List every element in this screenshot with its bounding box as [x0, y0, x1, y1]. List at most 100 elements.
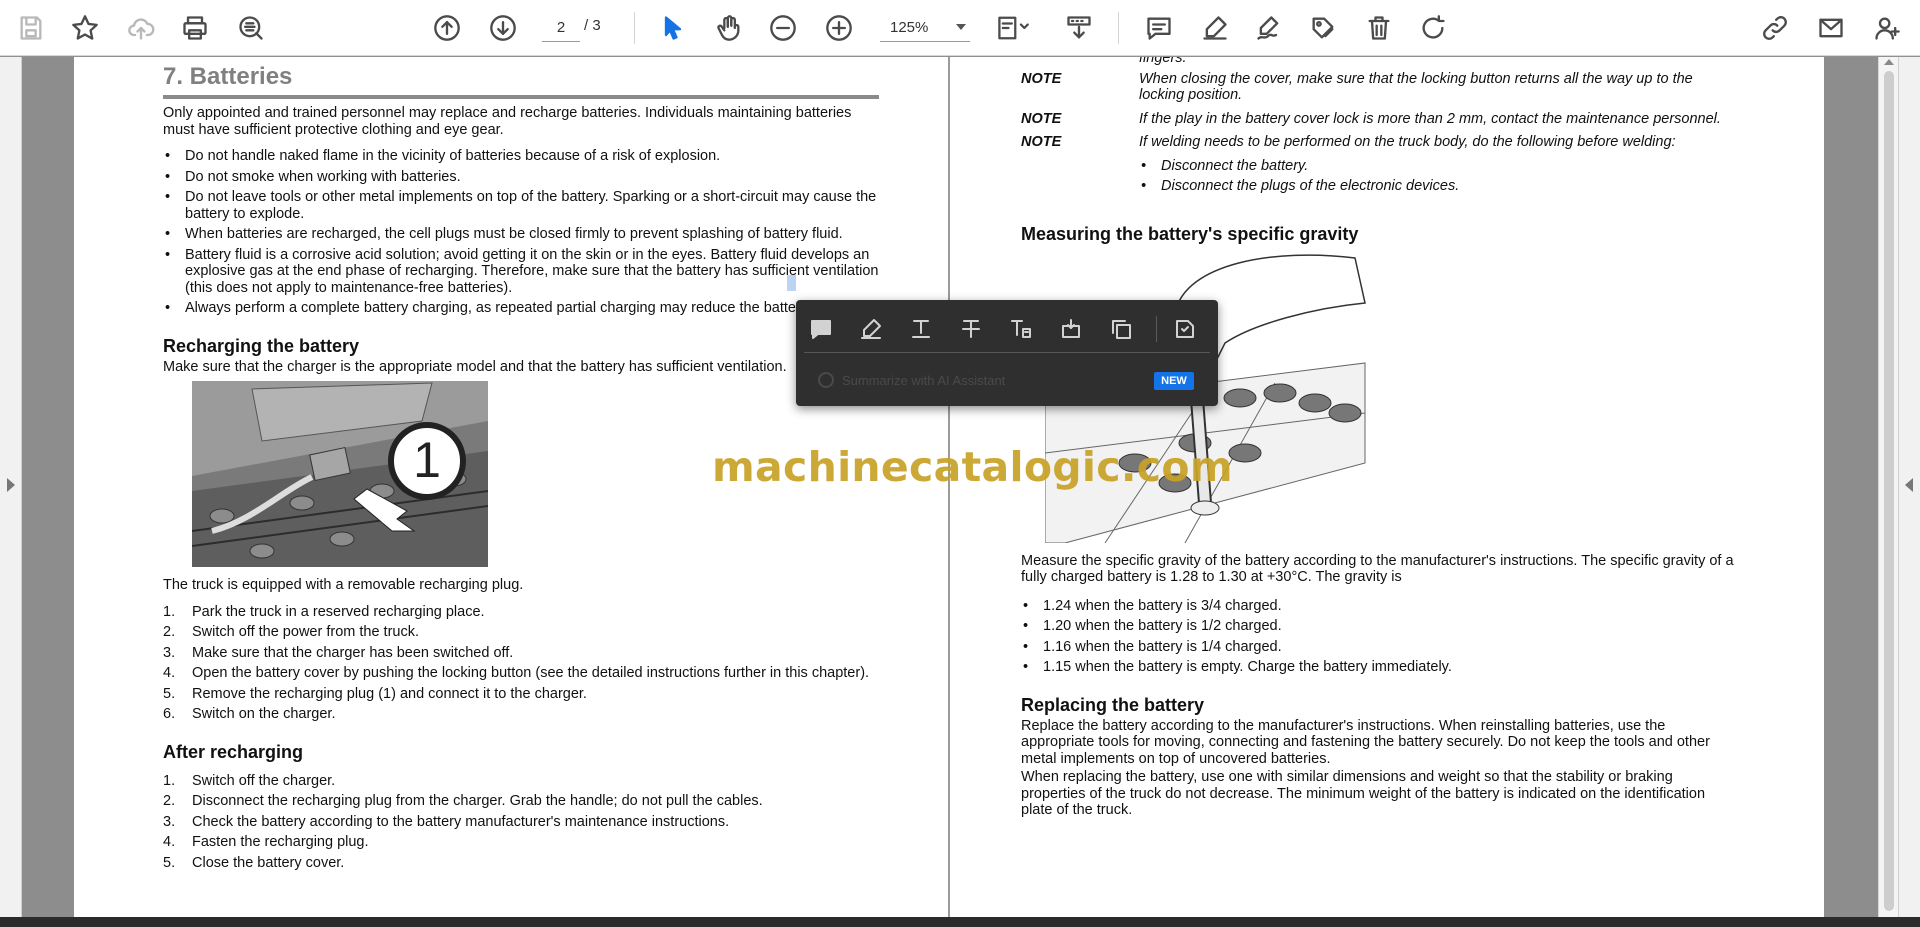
left-panel-toggle[interactable] [0, 57, 22, 917]
list-item: Disconnect the plugs of the electronic d… [1139, 178, 1737, 195]
underline-text-icon[interactable] [904, 312, 938, 346]
replacing-paragraph: When replacing the battery, use one with… [1021, 769, 1706, 818]
page-number-input[interactable]: 2 [542, 14, 580, 42]
quick-actions-toolbar: Summarize with AI Assistant NEW [796, 300, 1218, 406]
list-item: 1. Park the truck in a reserved rechargin… [163, 604, 879, 621]
sign-icon[interactable] [1250, 9, 1288, 47]
welding-steps: Disconnect the battery. Disconnect the p… [1139, 158, 1737, 195]
strikethrough-icon[interactable] [954, 312, 988, 346]
list-item: Always perform a complete battery chargi… [163, 300, 879, 317]
scrollbar-thumb[interactable] [1884, 71, 1894, 911]
cloud-upload-icon[interactable] [122, 9, 160, 47]
highlight-icon[interactable] [1196, 9, 1234, 47]
ai-summarize-option[interactable]: Summarize with AI Assistant [818, 372, 1005, 388]
note-text: If welding needs to be performed on the … [1139, 134, 1676, 150]
print-icon[interactable] [176, 9, 214, 47]
step-number: 5. [163, 685, 176, 702]
add-user-icon[interactable] [1868, 9, 1906, 47]
email-icon[interactable] [1812, 9, 1850, 47]
step-text: Disconnect the recharging plug from the … [192, 793, 763, 809]
list-item: 3. Make sure that the charger has been sw… [163, 645, 879, 662]
zoom-select[interactable]: 125% [880, 14, 970, 42]
replacing-paragraph: Replace the battery according to the man… [1021, 717, 1710, 767]
zoom-in-icon[interactable] [820, 9, 858, 47]
select-cursor-icon[interactable] [654, 9, 692, 47]
comment-icon[interactable] [1140, 9, 1178, 47]
replace-text-icon[interactable] [1004, 312, 1038, 346]
scroll-up-arrow[interactable] [1884, 59, 1894, 65]
toolbar-divider [634, 12, 635, 44]
hand-icon[interactable] [710, 9, 748, 47]
note: NOTE If welding needs to be performed on … [1021, 134, 1737, 151]
safety-bullets: Do not handle naked flame in the vicinit… [163, 148, 879, 317]
step-text: Check the battery according to the batte… [192, 813, 730, 830]
delete-icon[interactable] [1360, 9, 1398, 47]
step-number: 2. [163, 793, 176, 809]
step-text: Switch on the charger. [192, 706, 336, 722]
page-down-icon[interactable] [484, 9, 522, 47]
ai-assistant-icon[interactable] [1168, 312, 1202, 346]
list-item: 2. Switch off the power from the truck. [163, 624, 879, 641]
list-item: 1.15 when the battery is empty. Charge t… [1021, 659, 1737, 676]
text-caret [787, 275, 796, 291]
taskbar-strip [0, 917, 1920, 927]
gravity-paragraph: Measure the specific gravity of the batt… [1021, 552, 1734, 586]
watermark-text: machinecatalogic.com [712, 443, 1233, 491]
list-item: Do not smoke when working with batteries… [163, 169, 879, 186]
page-fit-icon[interactable] [990, 9, 1036, 47]
vertical-scrollbar[interactable] [1878, 57, 1898, 917]
insert-text-icon[interactable] [1054, 312, 1088, 346]
scroll-mode-icon[interactable] [1060, 9, 1098, 47]
canvas-gutter [1824, 57, 1878, 917]
step-text: Switch off the power from the truck. [192, 624, 419, 640]
after-steps: 1. Switch off the charger. 2. Disconnect t… [163, 773, 879, 872]
step-text: Switch off the charger. [192, 772, 336, 789]
comment-icon[interactable] [804, 312, 838, 346]
list-item: When batteries are recharged, the cell p… [163, 226, 879, 243]
recharging-plug-figure: 1 [191, 381, 489, 567]
note-label: NOTE [1021, 134, 1062, 150]
step-text: Close the battery cover. [192, 854, 345, 871]
chevron-right-icon [7, 478, 15, 492]
list-item: 1.24 when the battery is 3/4 charged. [1021, 598, 1737, 615]
list-item: 2. Disconnect the recharging plug from th… [163, 793, 879, 810]
copy-icon[interactable] [1104, 312, 1138, 346]
section-title: 7. Batteries [163, 63, 879, 99]
replacing-heading: Replacing the battery [1021, 694, 1205, 715]
share-link-icon[interactable] [1756, 9, 1794, 47]
save-icon[interactable] [12, 9, 50, 47]
step-number: 1. [163, 603, 176, 620]
note: NOTE When closing the cover, make sure th… [1021, 71, 1737, 104]
step-number: 6. [163, 706, 176, 722]
zoom-out-icon[interactable] [764, 9, 802, 47]
highlight-icon[interactable] [854, 312, 888, 346]
list-item: 5. Close the battery cover. [163, 855, 879, 872]
list-item: 4. Fasten the recharging plug. [163, 834, 879, 851]
page-total: / 3 [584, 17, 601, 34]
step-number: 3. [163, 813, 176, 830]
star-icon[interactable] [66, 9, 104, 47]
after-recharging-heading: After recharging [163, 741, 304, 762]
page-up-icon[interactable] [428, 9, 466, 47]
list-item: Do not handle naked flame in the vicinit… [163, 148, 879, 165]
step-text: Remove the recharging plug (1) and conne… [192, 685, 587, 702]
rotate-icon[interactable] [1414, 9, 1452, 47]
ai-sparkle-icon [818, 372, 834, 388]
list-item: Battery fluid is a corrosive acid soluti… [163, 247, 879, 297]
list-item: 5. Remove the recharging plug (1) and con… [163, 686, 879, 703]
list-item: Do not leave tools or other metal implem… [163, 189, 879, 222]
popup-divider [1156, 316, 1157, 342]
step-text: Park the truck in a reserved recharging … [192, 603, 485, 620]
list-item: 1.16 when the battery is 1/4 charged. [1021, 639, 1737, 656]
plug-note: The truck is equipped with a removable r… [163, 577, 524, 593]
text-fragment: fingers. [1139, 57, 1187, 66]
right-panel-toggle[interactable] [1898, 57, 1920, 917]
note-label: NOTE [1021, 110, 1062, 127]
zoom-search-icon[interactable] [232, 9, 270, 47]
gravity-values: 1.24 when the battery is 3/4 charged. 1.… [1021, 598, 1737, 676]
step-number: 4. [163, 665, 176, 681]
list-item: 3. Check the battery according to the bat… [163, 814, 879, 831]
stamp-icon[interactable] [1304, 9, 1342, 47]
step-number: 5. [163, 854, 176, 871]
battery-plug-illustration: 1 [191, 381, 489, 567]
